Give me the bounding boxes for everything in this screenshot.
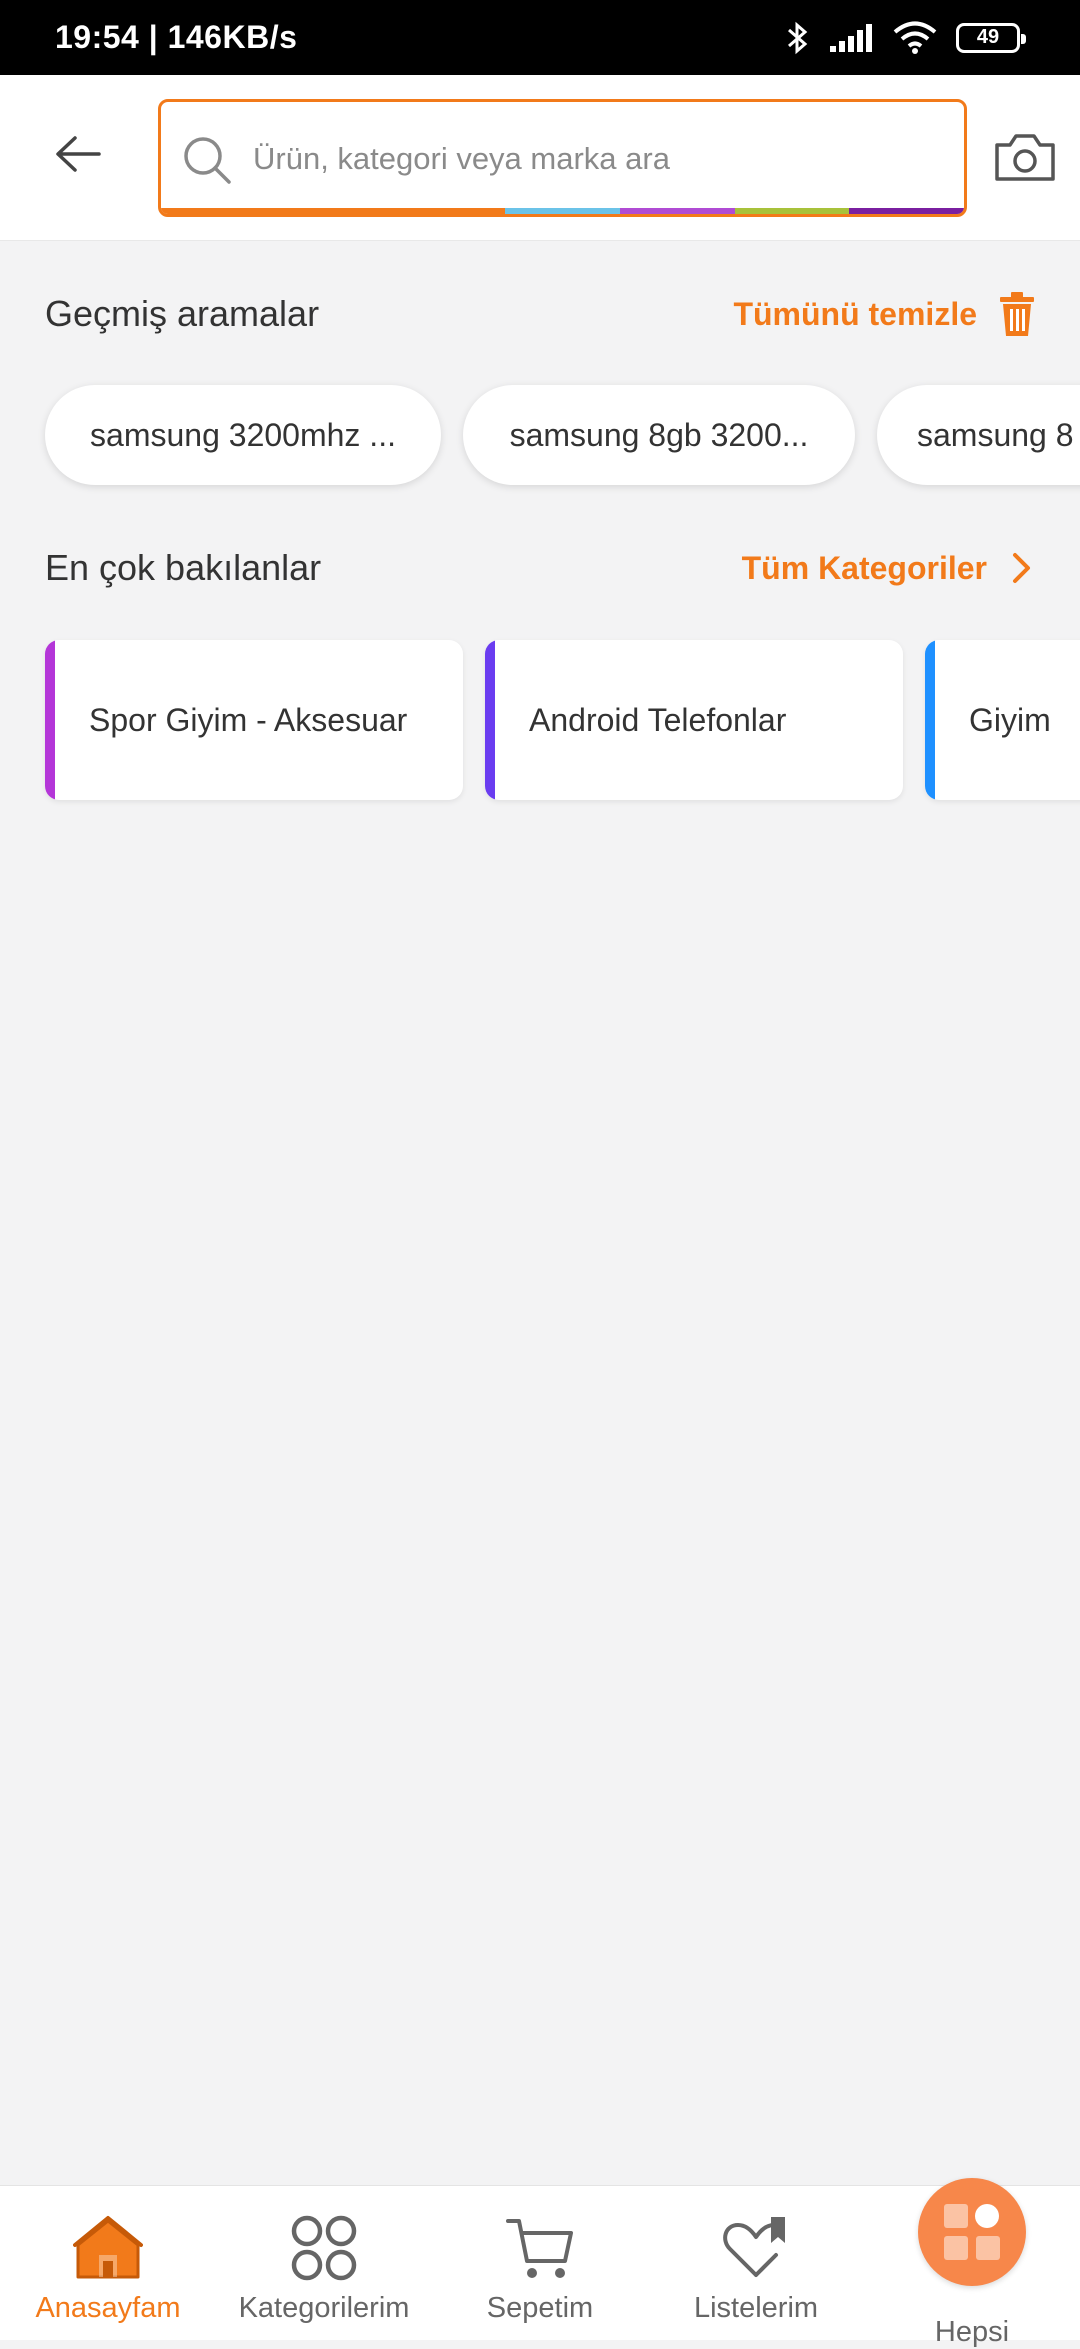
recent-search-chip-label: samsung 8	[917, 416, 1074, 453]
nav-label: Kategorilerim	[238, 2292, 410, 2324]
signal-icon	[830, 23, 872, 52]
nav-cart[interactable]: Sepetim	[432, 2186, 648, 2340]
category-card-label: Spor Giyim - Aksesuar	[89, 701, 408, 738]
status-bar: 19:54 | 146KB/s 49	[0, 0, 1080, 75]
recent-search-chip-label: samsung 8gb 3200...	[509, 416, 809, 453]
camera-search-button[interactable]	[990, 125, 1060, 189]
search-input[interactable]	[253, 124, 933, 194]
wifi-icon	[893, 21, 937, 54]
all-categories-link[interactable]: Tüm Kategoriler	[742, 550, 1035, 587]
recent-searches-title: Geçmiş aramalar	[45, 293, 320, 334]
search-icon	[184, 137, 231, 184]
recent-search-chip[interactable]: samsung 8	[877, 385, 1080, 485]
category-card[interactable]: Spor Giyim - Aksesuar	[45, 640, 463, 800]
most-viewed-cards: Spor Giyim - Aksesuar Android Telefonlar…	[45, 640, 1080, 800]
search-box[interactable]	[158, 99, 967, 217]
nav-label: Sepetim	[486, 2292, 594, 2324]
nav-lists[interactable]: Listelerim	[648, 2186, 864, 2340]
category-card[interactable]: Giyim	[925, 640, 1080, 800]
battery-level: 49	[976, 26, 1000, 48]
status-icons: 49	[786, 20, 1026, 56]
trash-icon	[1000, 292, 1034, 336]
nav-label: Hepsi	[934, 2316, 1010, 2348]
rainbow-segment	[619, 208, 735, 214]
nav-label: Listelerim	[693, 2292, 819, 2324]
most-viewed-header: En çok bakılanlar Tüm Kategoriler	[45, 538, 1035, 598]
categories-icon	[288, 2212, 360, 2284]
clear-all-button[interactable]: Tümünü temizle	[733, 291, 1035, 337]
arrow-left-icon	[55, 136, 101, 172]
rainbow-segment	[505, 208, 620, 214]
category-card-label: Android Telefonlar	[529, 701, 787, 738]
recent-search-chip-label: samsung 3200mhz ...	[90, 416, 396, 453]
rainbow-segment	[161, 208, 276, 214]
recent-search-chip[interactable]: samsung 8gb 3200...	[463, 385, 855, 485]
search-header	[0, 75, 1080, 241]
nav-home[interactable]: Anasayfam	[0, 2186, 216, 2340]
bluetooth-icon	[788, 21, 808, 54]
category-color-bar	[925, 640, 935, 800]
status-time: 19:54 | 146KB/s	[55, 19, 298, 55]
category-color-bar	[485, 640, 495, 800]
nav-categories[interactable]: Kategorilerim	[216, 2186, 432, 2340]
camera-icon	[995, 134, 1055, 181]
category-color-bar	[45, 640, 55, 800]
recent-searches-header: Geçmiş aramalar Tümünü temizle	[45, 284, 1035, 344]
recent-search-chips: samsung 3200mhz ... samsung 8gb 3200... …	[45, 385, 1080, 485]
rainbow-segment	[275, 208, 391, 214]
category-card[interactable]: Android Telefonlar	[485, 640, 903, 800]
search-rainbow-underline	[161, 208, 964, 214]
most-viewed-title: En çok bakılanlar	[45, 547, 322, 588]
home-icon	[72, 2212, 144, 2284]
clear-all-label: Tümünü temizle	[733, 295, 977, 332]
back-button[interactable]	[40, 121, 115, 187]
chevron-right-icon	[1013, 553, 1030, 583]
cart-icon	[504, 2212, 576, 2284]
battery-icon: 49	[956, 22, 1026, 53]
rainbow-segment	[849, 208, 964, 214]
category-card-label: Giyim	[969, 701, 1051, 738]
hepsi-icon	[918, 2178, 1026, 2286]
recent-search-chip[interactable]: samsung 3200mhz ...	[45, 385, 441, 485]
rainbow-segment	[390, 208, 506, 214]
rainbow-segment	[734, 208, 850, 214]
all-categories-label: Tüm Kategoriler	[741, 549, 987, 586]
nav-hepsi[interactable]: Hepsi	[864, 2178, 1080, 2348]
nav-label: Anasayfam	[35, 2292, 181, 2324]
bottom-nav: Anasayfam Kategorilerim Sepetim Listeler…	[0, 2178, 1080, 2348]
heart-list-icon	[720, 2212, 792, 2284]
